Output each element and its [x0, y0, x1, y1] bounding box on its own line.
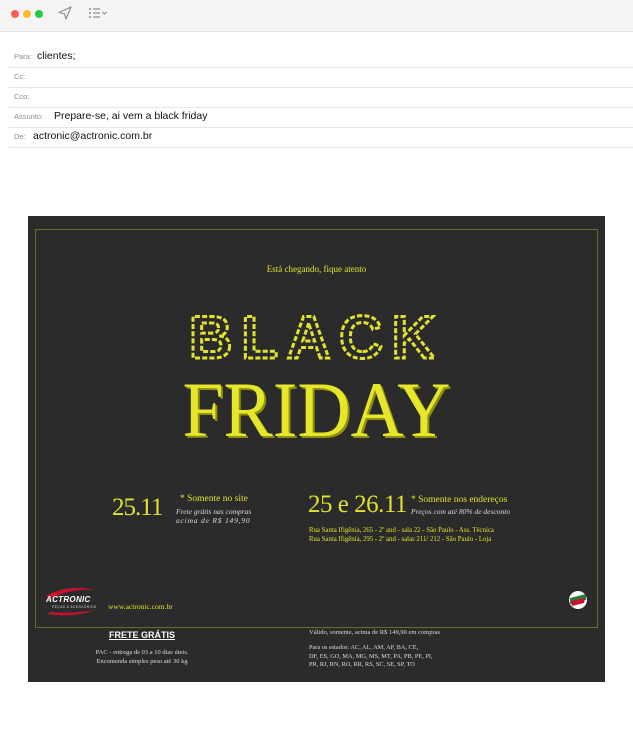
store-promo-sub: Preços com até 80% de desconto: [411, 507, 511, 516]
site-promo-heading: * Somente no site: [180, 494, 248, 504]
store-promo-heading: * Somente nos endereços: [411, 495, 508, 505]
zoom-window-button[interactable]: [35, 10, 43, 18]
site-promo-line1: Frete grátis nas compras: [176, 507, 252, 516]
frete-line2: Encomenda simples peso até 30 kg: [96, 658, 188, 665]
validity-note: Válido, somente, acima de R$ 149,90 em c…: [309, 629, 441, 636]
bcc-label: Cco:: [14, 92, 30, 101]
black-headline: BLACK: [188, 306, 444, 366]
black-headline-text: BLACK: [189, 306, 444, 366]
minimize-window-button[interactable]: [23, 10, 31, 18]
cc-field-row[interactable]: Cc:: [9, 67, 633, 88]
states-line2: DF, ES, GO, MA, MG, MS, MT, PA, PB, PE, …: [309, 653, 433, 660]
window-titlebar: [0, 0, 633, 32]
friday-headline: FRIDAY FRIDAY: [183, 366, 453, 444]
seal-badge-icon: [568, 590, 588, 610]
subject-field-row[interactable]: Assunto: Prepare-se, ai vem a black frid…: [9, 107, 633, 128]
store-address-1: Rua Santa Ifigênia, 265 - 2º and - sala …: [309, 527, 494, 534]
from-label: De:: [14, 132, 26, 141]
states-line3: PR, RJ, RN, RO, RR, RS, SC, SE, SP, TO: [309, 661, 415, 668]
list-format-icon[interactable]: [88, 6, 108, 25]
logo-name: ACTRONIC: [46, 595, 91, 604]
send-icon[interactable]: [58, 6, 72, 25]
frete-title: FRETE GRÁTIS: [108, 630, 175, 640]
from-field[interactable]: actronic@actronic.com.br: [33, 130, 152, 142]
logo-tagline: PEÇAS & ACESSÓRIOS: [52, 605, 97, 609]
to-label: Para:: [14, 52, 32, 61]
states-line1: Para os estados: AC, AL, AM, AP, BA, CE,: [309, 644, 419, 651]
to-field[interactable]: clientes;: [37, 50, 76, 62]
banner-tagline: Está chegando, fique atento: [266, 264, 367, 274]
friday-headline-text: FRIDAY: [183, 366, 451, 444]
subject-field[interactable]: Prepare-se, ai vem a black friday: [54, 110, 207, 122]
to-field-row[interactable]: Para: clientes;: [9, 47, 633, 68]
from-field-row[interactable]: De: actronic@actronic.com.br: [9, 127, 633, 148]
site-promo-date: 25.11: [112, 494, 163, 521]
store-address-2: Rua Santa Ifigênia, 295 - 2º and - salas…: [309, 536, 492, 543]
black-friday-banner: Está chegando, fique atento BLACK FRIDAY…: [28, 216, 605, 682]
frete-line1: PAC - entrega de 03 a 10 dias úteis.: [95, 649, 189, 656]
subject-label: Assunto:: [14, 112, 44, 121]
bcc-field-row[interactable]: Cco:: [9, 87, 633, 108]
close-window-button[interactable]: [11, 10, 19, 18]
website-link[interactable]: www.actronic.com.br: [108, 602, 173, 611]
store-promo-date: 25 e 26.11: [308, 491, 407, 518]
site-promo-line2: acima de R$ 149,90: [176, 516, 251, 525]
cc-label: Cc:: [14, 72, 26, 81]
